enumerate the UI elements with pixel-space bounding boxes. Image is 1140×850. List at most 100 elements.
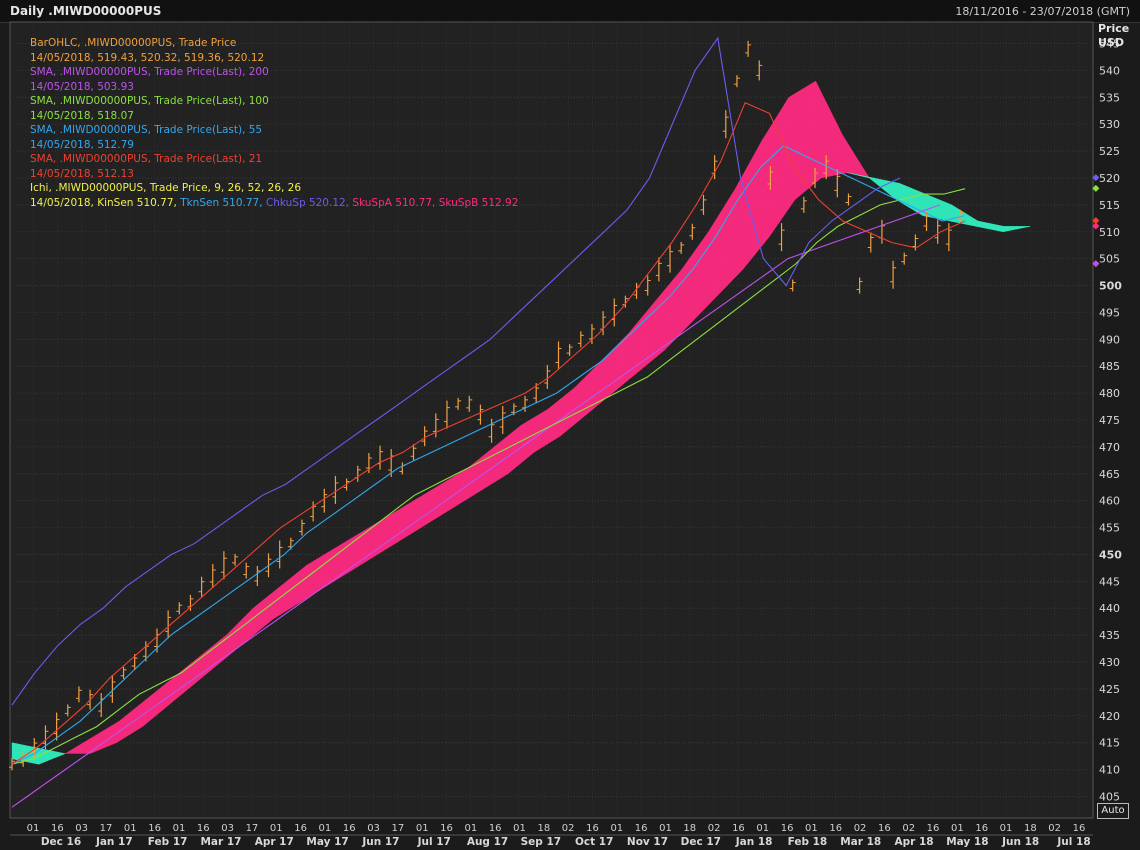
legend-part: ChkuSp 520.12, — [265, 196, 353, 209]
y-tick-label: 495 — [1099, 306, 1120, 319]
x-day-tick: 16 — [781, 823, 794, 834]
y-tick-label: 425 — [1099, 683, 1120, 696]
x-day-tick: 16 — [489, 823, 502, 834]
legend-part: SkuSpA 510.77, — [352, 196, 439, 209]
y-tick-label: 530 — [1099, 118, 1120, 131]
x-month-label: Dec 16 — [41, 836, 81, 848]
legend-row: 14/05/2018, KinSen 510.77, TknSen 510.77… — [30, 196, 518, 211]
x-day-tick: 01 — [124, 823, 137, 834]
x-month-label: Jan 17 — [95, 836, 133, 848]
x-day-tick: 01 — [610, 823, 623, 834]
x-day-tick: 01 — [513, 823, 526, 834]
x-month-label: Aug 17 — [467, 836, 508, 848]
x-day-tick: 16 — [927, 823, 940, 834]
y-tick-label: 505 — [1099, 253, 1120, 266]
y-tick-label: 445 — [1099, 575, 1120, 588]
y-tick-label: 440 — [1099, 602, 1120, 615]
legend-row: SMA, .MIWD00000PUS, Trade Price(Last), 1… — [30, 95, 269, 107]
y-tick-label: 415 — [1099, 737, 1120, 750]
y-tick-label: 420 — [1099, 710, 1120, 723]
x-day-tick: 16 — [635, 823, 648, 834]
x-month-label: Dec 17 — [681, 836, 721, 848]
x-day-tick: 17 — [392, 823, 405, 834]
y-tick-label: 540 — [1099, 64, 1120, 77]
x-day-tick: 16 — [1073, 823, 1086, 834]
x-day-tick: 02 — [902, 823, 915, 834]
x-day-tick: 03 — [367, 823, 380, 834]
x-day-tick: 18 — [1024, 823, 1037, 834]
y-tick-label: 465 — [1099, 468, 1120, 481]
legend-row: BarOHLC, .MIWD00000PUS, Trade Price — [30, 37, 237, 49]
legend-row: 14/05/2018, 518.07 — [30, 109, 134, 122]
price-axis-label: Price USD — [1098, 22, 1129, 50]
x-day-tick: 16 — [148, 823, 161, 834]
x-day-tick: 01 — [416, 823, 429, 834]
legend-part: 14/05/2018, KinSen 510.77, — [30, 196, 181, 209]
x-month-label: Feb 18 — [788, 836, 828, 848]
legend-row: SMA, .MIWD00000PUS, Trade Price(Last), 2… — [30, 153, 263, 165]
x-day-tick: 17 — [100, 823, 113, 834]
x-day-tick: 01 — [27, 823, 40, 834]
x-day-tick: 01 — [756, 823, 769, 834]
y-tick-label: 500 — [1099, 280, 1122, 293]
x-month-label: Jan 18 — [735, 836, 773, 848]
x-month-label: Sep 17 — [521, 836, 561, 848]
legend-row: 14/05/2018, 512.13 — [30, 167, 134, 180]
legend-row: 14/05/2018, 519.43, 520.32, 519.36, 520.… — [30, 51, 265, 64]
x-day-tick: 02 — [854, 823, 867, 834]
x-day-tick: 03 — [75, 823, 88, 834]
x-month-label: Mar 17 — [200, 836, 241, 848]
y-tick-label: 460 — [1099, 495, 1120, 508]
y-tick-label: 480 — [1099, 387, 1120, 400]
x-month-label: Oct 17 — [575, 836, 613, 848]
y-tick-label: 435 — [1099, 629, 1120, 642]
y-tick-label: 525 — [1099, 145, 1120, 158]
x-day-tick: 01 — [319, 823, 332, 834]
y-tick-label: 470 — [1099, 441, 1120, 454]
x-day-tick: 01 — [951, 823, 964, 834]
x-day-tick: 17 — [246, 823, 259, 834]
x-day-tick: 01 — [464, 823, 477, 834]
chart-window: Daily .MIWD00000PUS 18/11/2016 - 23/07/2… — [0, 0, 1140, 850]
legend-row: Ichi, .MIWD00000PUS, Trade Price, 9, 26,… — [30, 182, 302, 194]
x-day-tick: 02 — [562, 823, 575, 834]
legend-row: 14/05/2018, 503.93 — [30, 80, 134, 93]
x-day-tick: 02 — [708, 823, 721, 834]
x-day-tick: 16 — [878, 823, 891, 834]
x-month-label: Jul 17 — [417, 836, 451, 848]
x-month-label: Nov 17 — [627, 836, 668, 848]
legend-row: 14/05/2018, 512.79 — [30, 138, 134, 151]
y-tick-label: 535 — [1099, 91, 1120, 104]
x-day-tick: 01 — [270, 823, 283, 834]
legend-part: TknSen 510.77, — [180, 196, 266, 209]
x-day-tick: 16 — [197, 823, 210, 834]
x-day-tick: 16 — [294, 823, 307, 834]
x-month-label: Jun 17 — [361, 836, 399, 848]
x-day-tick: 16 — [829, 823, 842, 834]
x-day-tick: 16 — [586, 823, 599, 834]
price-axis-label-line1: Price — [1098, 22, 1130, 35]
y-tick-label: 490 — [1099, 333, 1120, 346]
x-month-label: May 17 — [306, 836, 348, 848]
y-tick-label: 515 — [1099, 199, 1120, 212]
y-tick-label: 475 — [1099, 414, 1120, 427]
legend-part: SkuSpB 512.92 — [438, 196, 519, 209]
y-tick-label: 455 — [1099, 522, 1120, 535]
x-day-tick: 18 — [683, 823, 696, 834]
x-day-tick: 02 — [1048, 823, 1061, 834]
x-month-label: May 18 — [946, 836, 988, 848]
x-month-label: Jul 18 — [1056, 836, 1090, 848]
x-day-tick: 01 — [1000, 823, 1013, 834]
x-day-tick: 16 — [51, 823, 64, 834]
auto-scale-button[interactable]: Auto — [1097, 803, 1129, 819]
x-day-tick: 03 — [221, 823, 234, 834]
y-tick-label: 430 — [1099, 656, 1120, 669]
legend-row: SMA, .MIWD00000PUS, Trade Price(Last), 5… — [30, 124, 263, 136]
x-day-tick: 16 — [343, 823, 356, 834]
y-tick-label: 405 — [1099, 790, 1120, 803]
x-day-tick: 18 — [537, 823, 550, 834]
x-day-tick: 16 — [975, 823, 988, 834]
x-month-label: Jun 18 — [1001, 836, 1039, 848]
y-tick-label: 485 — [1099, 360, 1120, 373]
y-tick-label: 450 — [1099, 548, 1122, 561]
